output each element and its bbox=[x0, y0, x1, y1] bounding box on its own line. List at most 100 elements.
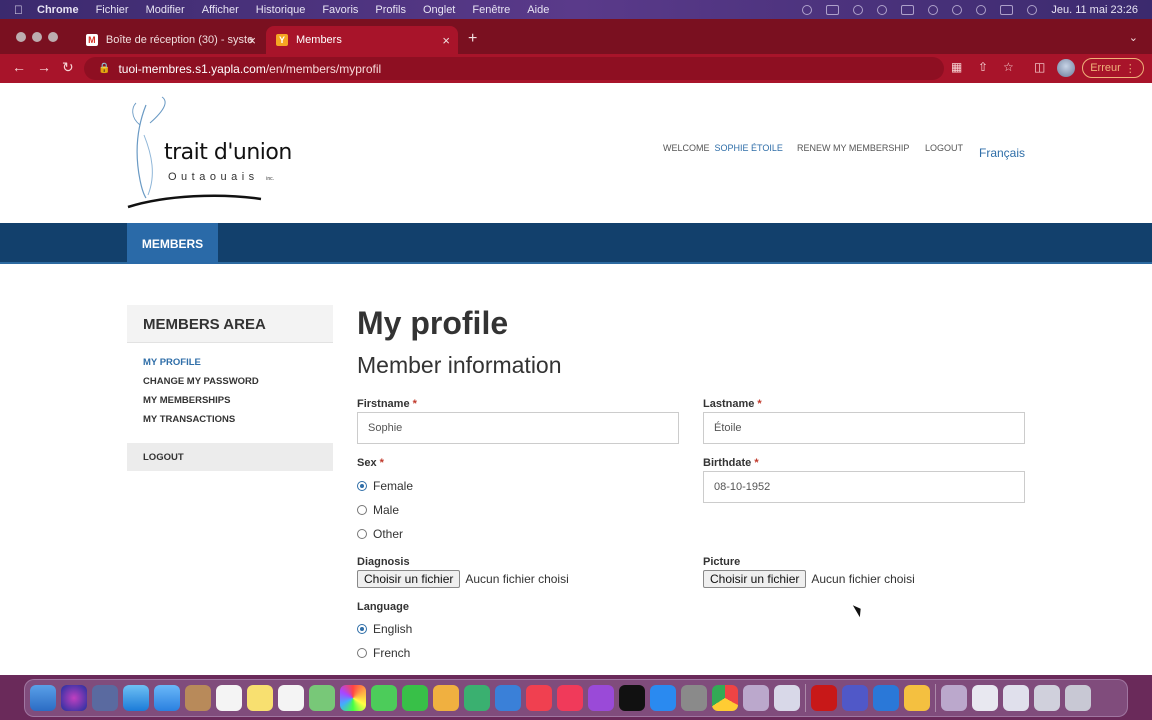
menubar-item-profiles[interactable]: Profils bbox=[375, 4, 406, 16]
window-minimize-button[interactable] bbox=[32, 32, 42, 42]
wifi-icon[interactable] bbox=[928, 4, 939, 15]
sex-option-female[interactable]: Female bbox=[357, 479, 413, 493]
site-logo[interactable]: trait d'union Outaouais inc. bbox=[126, 95, 296, 213]
side-panel-icon[interactable]: ◫ bbox=[1034, 60, 1045, 74]
menubar-item-view[interactable]: Afficher bbox=[202, 4, 239, 16]
news-icon[interactable] bbox=[526, 685, 552, 711]
sidebar-item-my-transactions[interactable]: MY TRANSACTIONS bbox=[143, 414, 317, 433]
new-tab-button[interactable]: + bbox=[468, 30, 477, 48]
bluetooth-icon[interactable] bbox=[877, 4, 888, 15]
contacts-icon[interactable] bbox=[185, 685, 211, 711]
menubar-clock[interactable]: Jeu. 11 mai 23:26 bbox=[1051, 4, 1138, 16]
app-icon[interactable] bbox=[904, 685, 930, 711]
teams-icon[interactable] bbox=[842, 685, 868, 711]
facetime-icon[interactable] bbox=[402, 685, 428, 711]
birthdate-input[interactable]: 08-10-1952 bbox=[703, 471, 1025, 503]
forward-arrow-icon[interactable]: → bbox=[37, 59, 51, 75]
sex-option-other[interactable]: Other bbox=[357, 527, 403, 541]
help-icon[interactable] bbox=[743, 685, 769, 711]
menubar-item-edit[interactable]: Modifier bbox=[146, 4, 185, 16]
safari-icon[interactable] bbox=[123, 685, 149, 711]
chevron-down-icon[interactable]: ⌄ bbox=[1129, 31, 1138, 44]
picture-file-input[interactable]: Choisir un fichier Aucun fichier choisi bbox=[703, 570, 915, 588]
profile-avatar-icon[interactable] bbox=[1057, 59, 1075, 77]
calendar-icon[interactable] bbox=[216, 685, 242, 711]
radio-button[interactable] bbox=[357, 648, 367, 658]
mail-icon[interactable] bbox=[154, 685, 180, 711]
maps-icon[interactable] bbox=[309, 685, 335, 711]
lock-icon[interactable]: 🔒 bbox=[98, 63, 110, 74]
trash-icon[interactable] bbox=[1065, 685, 1091, 711]
sex-option-male[interactable]: Male bbox=[357, 503, 399, 517]
diagnosis-file-input[interactable]: Choisir un fichier Aucun fichier choisi bbox=[357, 570, 569, 588]
status-app-icon[interactable] bbox=[802, 4, 813, 15]
spotlight-search-icon[interactable] bbox=[976, 4, 987, 15]
back-arrow-icon[interactable]: ← bbox=[12, 59, 26, 75]
music-icon[interactable] bbox=[557, 685, 583, 711]
sidebar-item-my-memberships[interactable]: MY MEMBERSHIPS bbox=[143, 395, 317, 414]
app-store-icon[interactable] bbox=[650, 685, 676, 711]
language-option-english[interactable]: English bbox=[357, 622, 412, 636]
sidebar-item-change-password[interactable]: CHANGE MY PASSWORD bbox=[143, 376, 317, 395]
preview-icon[interactable] bbox=[774, 685, 800, 711]
finder-icon[interactable] bbox=[30, 685, 56, 711]
siri-icon[interactable] bbox=[1027, 4, 1038, 15]
lastname-input[interactable]: Étoile bbox=[703, 412, 1025, 444]
apple-icon[interactable]:  bbox=[14, 3, 23, 17]
document-stack-icon[interactable] bbox=[1003, 685, 1029, 711]
tab-members[interactable]: Y Members × bbox=[266, 26, 458, 54]
radio-button[interactable] bbox=[357, 481, 367, 491]
siri-app-icon[interactable] bbox=[61, 685, 87, 711]
menubar-item-help[interactable]: Aide bbox=[527, 4, 549, 16]
menubar-app-name[interactable]: Chrome bbox=[37, 4, 79, 16]
downloads-stack-icon[interactable] bbox=[1034, 685, 1060, 711]
address-bar[interactable]: 🔒 tuoi-membres.s1.yapla.com /en/members/… bbox=[84, 57, 944, 80]
share-icon[interactable]: ⇧ bbox=[978, 60, 988, 74]
sidebar-item-my-profile[interactable]: MY PROFILE bbox=[143, 357, 317, 376]
podcasts-icon[interactable] bbox=[588, 685, 614, 711]
close-icon[interactable]: × bbox=[442, 33, 450, 48]
pages-icon[interactable] bbox=[433, 685, 459, 711]
user-icon[interactable] bbox=[952, 4, 963, 15]
acrobat-icon[interactable] bbox=[811, 685, 837, 711]
display-icon[interactable] bbox=[826, 4, 840, 15]
bookmark-star-icon[interactable]: ☆ bbox=[1003, 60, 1014, 74]
messages-icon[interactable] bbox=[371, 685, 397, 711]
choose-file-button[interactable]: Choisir un fichier bbox=[703, 570, 807, 588]
onedrive-icon[interactable] bbox=[873, 685, 899, 711]
close-icon[interactable]: × bbox=[248, 33, 256, 48]
chrome-icon[interactable] bbox=[712, 685, 738, 711]
reminders-icon[interactable] bbox=[278, 685, 304, 711]
radio-button[interactable] bbox=[357, 505, 367, 515]
user-name-link[interactable]: SOPHIE ÉTOILE bbox=[715, 143, 783, 153]
menubar-item-window[interactable]: Fenêtre bbox=[472, 4, 510, 16]
notes-icon[interactable] bbox=[247, 685, 273, 711]
photos-icon[interactable] bbox=[340, 685, 366, 711]
radio-button[interactable] bbox=[357, 624, 367, 634]
radio-button[interactable] bbox=[357, 529, 367, 539]
menubar-item-history[interactable]: Historique bbox=[256, 4, 306, 16]
language-switch-link[interactable]: Français bbox=[979, 146, 1025, 160]
focus-icon[interactable] bbox=[853, 4, 864, 15]
nav-members-tab[interactable]: MEMBERS bbox=[127, 223, 218, 264]
menubar-item-tab[interactable]: Onglet bbox=[423, 4, 455, 16]
control-center-icon[interactable] bbox=[1000, 4, 1014, 15]
keynote-icon[interactable] bbox=[495, 685, 521, 711]
apple-tv-icon[interactable] bbox=[619, 685, 645, 711]
window-close-button[interactable] bbox=[16, 32, 26, 42]
choose-file-button[interactable]: Choisir un fichier bbox=[357, 570, 461, 588]
reload-icon[interactable]: ↻ bbox=[62, 59, 74, 76]
renew-membership-link[interactable]: RENEW MY MEMBERSHIP bbox=[797, 143, 909, 153]
menubar-item-file[interactable]: Fichier bbox=[96, 4, 129, 16]
help-icon[interactable] bbox=[941, 685, 967, 711]
document-stack-icon[interactable] bbox=[972, 685, 998, 711]
window-zoom-button[interactable] bbox=[48, 32, 58, 42]
translate-icon[interactable]: ▦ bbox=[951, 60, 962, 74]
numbers-icon[interactable] bbox=[464, 685, 490, 711]
battery-icon[interactable] bbox=[901, 4, 915, 15]
launchpad-icon[interactable] bbox=[92, 685, 118, 711]
error-button[interactable]: Erreur ⋮ bbox=[1082, 58, 1144, 78]
menubar-item-bookmarks[interactable]: Favoris bbox=[322, 4, 358, 16]
sidebar-item-logout[interactable]: LOGOUT bbox=[127, 443, 333, 471]
logout-link[interactable]: LOGOUT bbox=[925, 143, 963, 153]
